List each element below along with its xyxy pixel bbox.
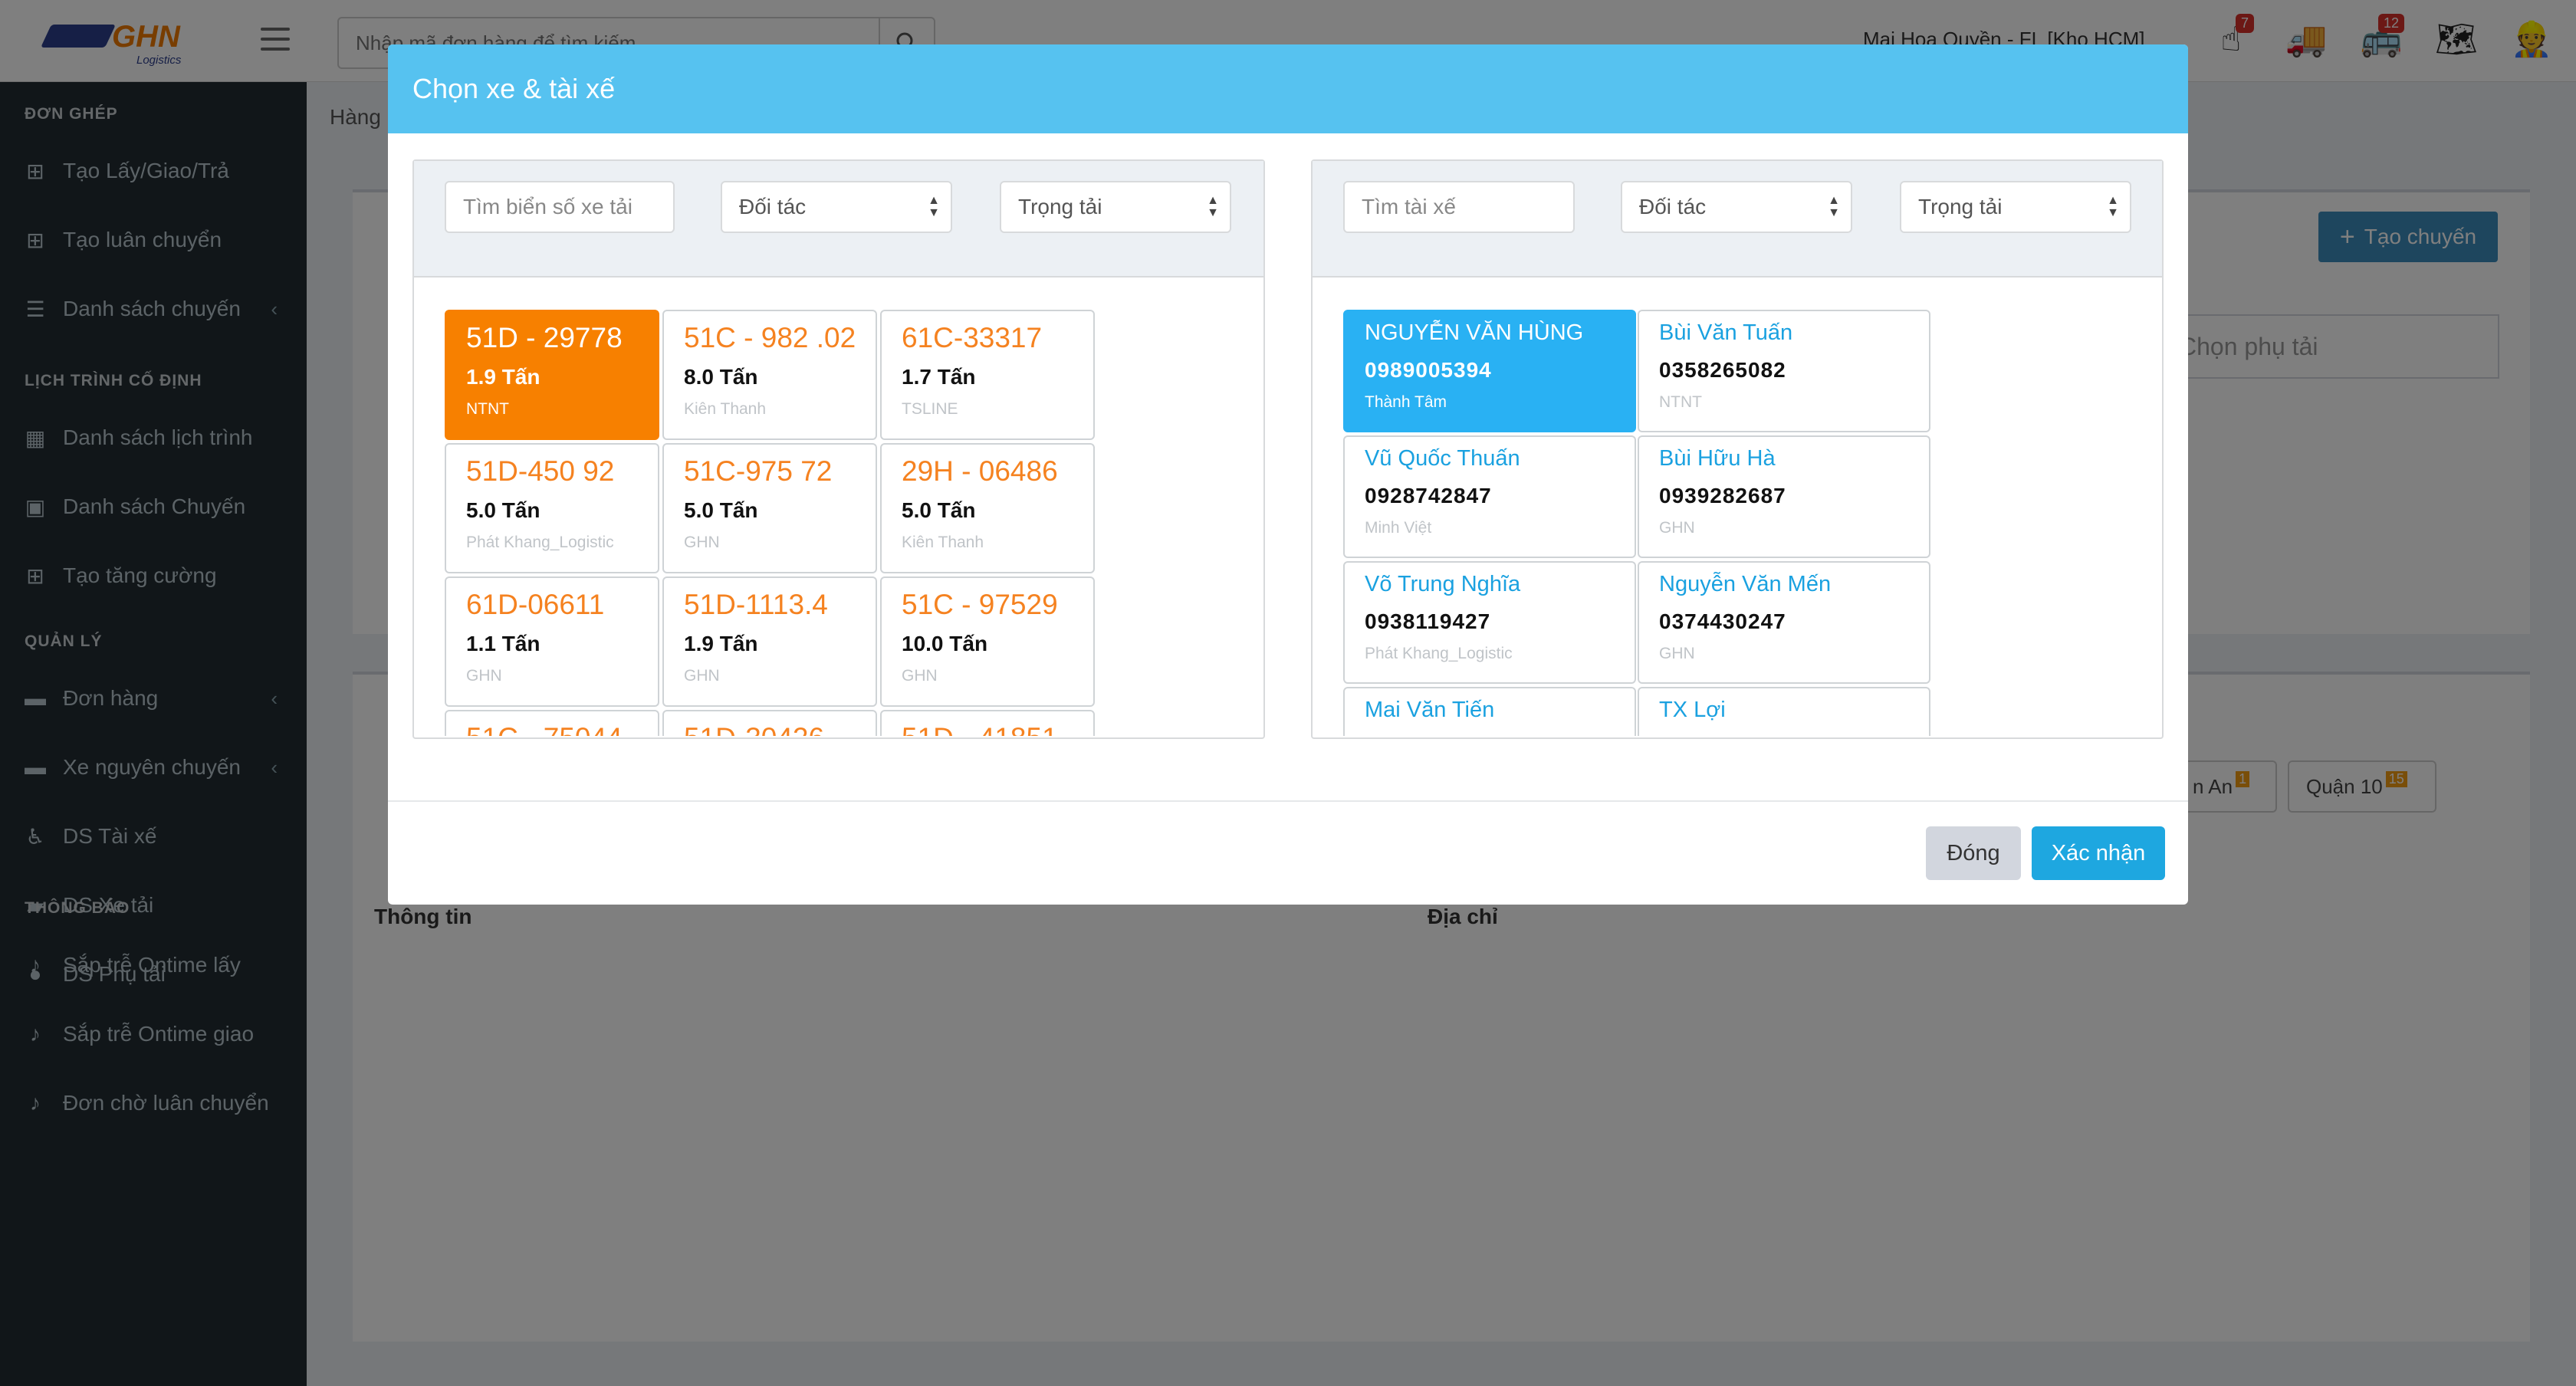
vehicle-partner: Kiên Thanh	[902, 534, 984, 551]
vehicle-partner-select[interactable]: Đối tác ▲ ▼	[721, 181, 952, 233]
vehicle-card[interactable]: 29H - 06486 5.0 Tấn Kiên Thanh	[880, 443, 1095, 573]
vehicle-partner: TSLINE	[902, 400, 958, 418]
vehicle-card[interactable]: 51D-450 92 5.0 Tấn Phát Khang_Logistic	[445, 443, 659, 573]
vehicle-card[interactable]: 61C-33317 1.7 Tấn TSLINE	[880, 310, 1095, 440]
vehicle-partner: GHN	[902, 667, 938, 685]
vehicle-plate: 29H - 06486	[902, 455, 1058, 487]
vehicle-capacity-label: Trọng tải	[1018, 195, 1102, 218]
vehicle-card[interactable]: 51C - 97529 10.0 Tấn GHN	[880, 576, 1095, 707]
vehicle-partner: GHN	[684, 667, 720, 685]
driver-capacity-label: Trọng tải	[1918, 195, 2003, 218]
driver-card[interactable]: TX Lợi	[1638, 687, 1930, 736]
vehicle-capacity: 1.7 Tấn	[902, 365, 976, 389]
driver-partner: GHN	[1659, 519, 1695, 537]
vehicle-plate: 51C - 982 .02	[684, 322, 856, 353]
driver-phone: 0938119427	[1365, 609, 1491, 633]
driver-name: TX Lợi	[1659, 698, 1726, 722]
driver-partner: Thành Tâm	[1365, 393, 1447, 411]
driver-card[interactable]: NGUYỄN VĂN HÙNG 0989005394 Thành Tâm	[1343, 310, 1636, 432]
driver-card[interactable]: Võ Trung Nghĩa 0938119427 Phát Khang_Logis…	[1343, 561, 1636, 684]
vehicle-capacity-select[interactable]: Trọng tải ▲ ▼	[1000, 181, 1231, 233]
vehicle-capacity: 5.0 Tấn	[466, 498, 540, 522]
vehicle-card[interactable]: 51D-30426	[662, 710, 877, 736]
driver-phone: 0989005394	[1365, 358, 1492, 382]
driver-name: Nguyễn Văn Mến	[1659, 572, 1832, 596]
vehicle-card[interactable]: 61D-06611 1.1 Tấn GHN	[445, 576, 659, 707]
driver-partner: Minh Việt	[1365, 519, 1432, 537]
driver-card[interactable]: Vũ Quốc Thuấn 0928742847 Minh Việt	[1343, 435, 1636, 558]
vehicle-plate: 51C-975 72	[684, 455, 833, 487]
vehicle-capacity: 5.0 Tấn	[902, 498, 976, 522]
vehicle-partner: GHN	[684, 534, 720, 551]
driver-card[interactable]: Bùi Văn Tuấn 0358265082 NTNT	[1638, 310, 1930, 432]
vehicle-plate: 51D-30426	[684, 722, 876, 736]
vehicle-capacity: 1.9 Tấn	[684, 632, 758, 655]
vehicle-plate: 61D-06611	[466, 589, 605, 620]
vehicle-capacity: 1.1 Tấn	[466, 632, 540, 655]
driver-capacity-select[interactable]: Trọng tải ▲ ▼	[1900, 181, 2131, 233]
driver-name: Mai Văn Tiến	[1365, 698, 1495, 722]
driver-phone: 0358265082	[1659, 358, 1786, 382]
select-arrows-icon: ▲ ▼	[1207, 194, 1219, 219]
vehicle-partner: Phát Khang_Logistic	[466, 534, 614, 551]
vehicle-plate: 51D - 29778	[466, 322, 623, 353]
driver-partner-label: Đối tác	[1639, 195, 1707, 218]
vehicle-panel: Tìm biển số xe tải Đối tác ▲ ▼ Trọng tải ▲ ▼…	[412, 159, 1265, 739]
driver-card[interactable]: Mai Văn Tiến	[1343, 687, 1636, 736]
driver-name: Vũ Quốc Thuấn	[1365, 446, 1520, 471]
driver-partner-select[interactable]: Đối tác ▲ ▼	[1621, 181, 1852, 233]
driver-phone: 0374430247	[1659, 609, 1786, 633]
vehicle-card[interactable]: 51D - 41851	[880, 710, 1095, 736]
driver-panel: Tìm tài xế Đối tác ▲ ▼ Trọng tải ▲ ▼ NGUYỄN …	[1311, 159, 2164, 739]
vehicle-plate: 61C-33317	[902, 322, 1043, 353]
select-arrows-icon: ▲ ▼	[1828, 194, 1840, 219]
vehicle-partner: Kiên Thanh	[684, 400, 767, 418]
vehicle-capacity: 1.9 Tấn	[466, 365, 540, 389]
vehicle-partner-label: Đối tác	[739, 195, 807, 218]
driver-card[interactable]: Nguyễn Văn Mến 0374430247 GHN	[1638, 561, 1930, 684]
driver-partner: GHN	[1659, 645, 1695, 662]
vehicle-card[interactable]: 51C-975 72 5.0 Tấn GHN	[662, 443, 877, 573]
vehicle-card[interactable]: 51C - 982 .02 8.0 Tấn Kiên Thanh	[662, 310, 877, 440]
vehicle-plate: 51C - 97529	[902, 589, 1058, 620]
driver-name: NGUYỄN VĂN HÙNG	[1365, 320, 1584, 345]
select-arrows-icon: ▲ ▼	[2107, 194, 2119, 219]
vehicle-plate: 51D-450 92	[466, 455, 615, 487]
vehicle-plate: 51D-1113.4	[684, 589, 828, 620]
vehicle-capacity: 8.0 Tấn	[684, 365, 758, 389]
plate-search-input[interactable]: Tìm biển số xe tải	[445, 181, 675, 233]
driver-card-list: NGUYỄN VĂN HÙNG 0989005394 Thành Tâm Bùi Vă…	[1343, 310, 2156, 736]
driver-phone: 0939282687	[1659, 484, 1786, 507]
modal-title: Chọn xe & tài xế	[388, 44, 2188, 133]
vehicle-card[interactable]: 51C - 75044	[445, 710, 659, 736]
modal-footer-divider	[388, 800, 2188, 802]
vehicle-plate: 51C - 75044	[466, 722, 658, 736]
driver-name: Võ Trung Nghĩa	[1365, 572, 1521, 596]
vehicle-card[interactable]: 51D-1113.4 1.9 Tấn GHN	[662, 576, 877, 707]
driver-search-input[interactable]: Tìm tài xế	[1343, 181, 1575, 233]
vehicle-plate: 51D - 41851	[902, 722, 1093, 736]
vehicle-capacity: 10.0 Tấn	[902, 632, 988, 655]
confirm-button[interactable]: Xác nhận	[2032, 826, 2165, 880]
select-arrows-icon: ▲ ▼	[928, 194, 940, 219]
driver-partner: Phát Khang_Logistic	[1365, 645, 1513, 662]
select-vehicle-driver-modal: Chọn xe & tài xế Tìm biển số xe tải Đối …	[388, 44, 2188, 905]
driver-partner: NTNT	[1659, 393, 1702, 411]
vehicle-card[interactable]: 51D - 29778 1.9 Tấn NTNT	[445, 310, 659, 440]
driver-card[interactable]: Bùi Hữu Hà 0939282687 GHN	[1638, 435, 1930, 558]
driver-name: Bùi Văn Tuấn	[1659, 320, 1793, 345]
vehicle-partner: NTNT	[466, 400, 509, 418]
driver-phone: 0928742847	[1365, 484, 1492, 507]
close-button[interactable]: Đóng	[1926, 826, 2021, 880]
vehicle-capacity: 5.0 Tấn	[684, 498, 758, 522]
driver-filter-bar: Tìm tài xế Đối tác ▲ ▼ Trọng tải ▲ ▼	[1313, 161, 2162, 278]
vehicle-partner: GHN	[466, 667, 502, 685]
driver-name: Bùi Hữu Hà	[1659, 446, 1776, 471]
vehicle-card-list: 51D - 29778 1.9 Tấn NTNT 51C - 982 .02 8.0 T…	[445, 310, 1257, 736]
vehicle-filter-bar: Tìm biển số xe tải Đối tác ▲ ▼ Trọng tải ▲ ▼	[414, 161, 1263, 278]
